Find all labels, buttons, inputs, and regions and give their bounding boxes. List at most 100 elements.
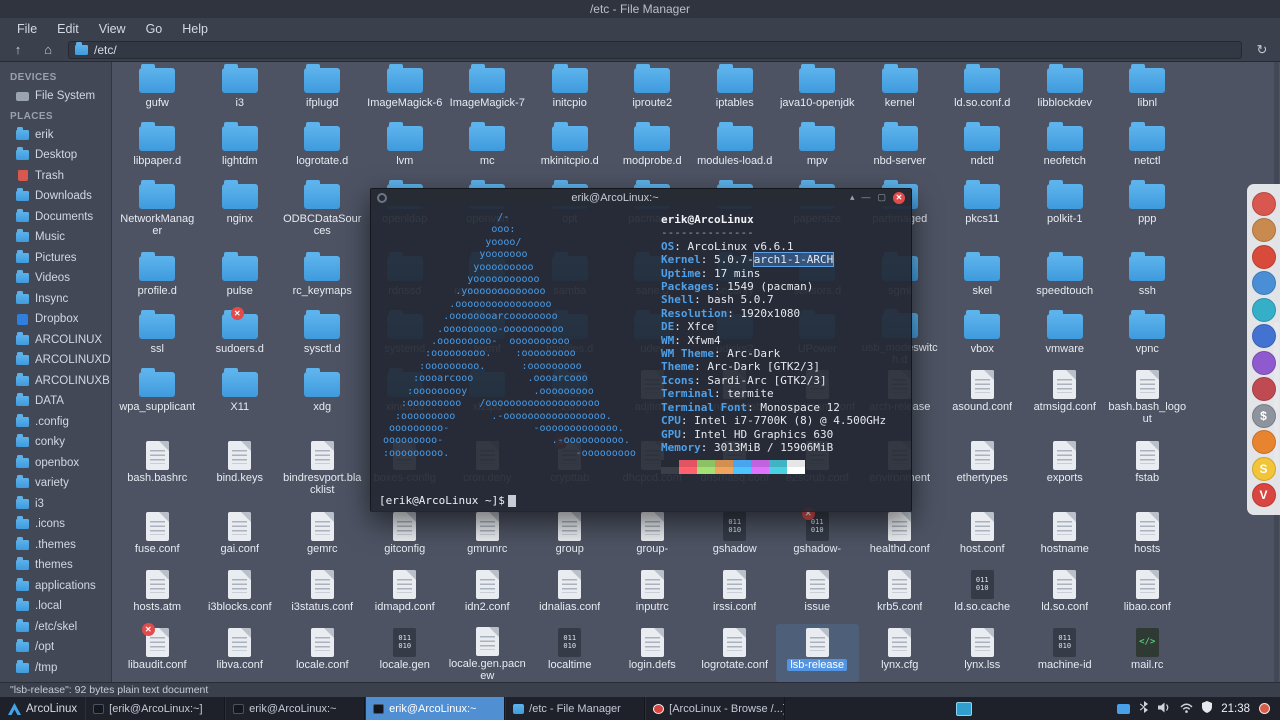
file-item[interactable]: bash.bashrc xyxy=(116,437,199,508)
file-item[interactable]: 011 010 localtime xyxy=(529,624,612,682)
file-item[interactable]: bindresvport.blacklist xyxy=(281,437,364,508)
file-item[interactable]: hosts.atm xyxy=(116,566,199,624)
network-icon[interactable] xyxy=(1180,700,1193,718)
sidebar-item-arcolinuxd[interactable]: ARCOLINUXD xyxy=(0,350,111,371)
menu-view[interactable]: View xyxy=(90,20,135,38)
sidebar-item--icons[interactable]: .icons xyxy=(0,514,111,535)
file-item[interactable]: lsb-release xyxy=(776,624,859,682)
file-item[interactable]: X11 xyxy=(199,366,282,437)
file-item[interactable]: lynx.lss xyxy=(941,624,1024,682)
sidebar-item-erik[interactable]: erik xyxy=(0,125,111,146)
file-item[interactable]: fuse.conf xyxy=(116,508,199,566)
volume-icon[interactable] xyxy=(1158,700,1171,718)
file-item[interactable]: skel xyxy=(941,250,1024,308)
sidebar-item-file-system[interactable]: File System xyxy=(0,86,111,107)
taskbar-window-button[interactable]: /etc - File Manager xyxy=(505,697,646,720)
file-item[interactable]: lvm xyxy=(364,120,447,178)
file-item[interactable]: vbox xyxy=(941,308,1024,366)
file-item[interactable]: nginx xyxy=(199,178,282,250)
dock-app-12-icon[interactable]: V xyxy=(1251,483,1276,507)
terminal-window[interactable]: erik@ArcoLinux:~ ▴ — ▢ ✕ /- ooo: yoooo/ … xyxy=(370,188,912,512)
file-item[interactable]: lightdm xyxy=(199,120,282,178)
sidebar-item--tmp[interactable]: /tmp xyxy=(0,658,111,679)
file-item[interactable]: i3 xyxy=(199,62,282,120)
file-item[interactable]: libblockdev xyxy=(1024,62,1107,120)
file-item[interactable]: i3status.conf xyxy=(281,566,364,624)
file-item[interactable]: logrotate.conf xyxy=(694,624,777,682)
file-item[interactable]: 011 010 gshadow xyxy=(694,508,777,566)
file-item[interactable]: login.defs xyxy=(611,624,694,682)
file-item[interactable]: gufw xyxy=(116,62,199,120)
sidebar-item--etc-skel[interactable]: /etc/skel xyxy=(0,617,111,638)
sidebar-item-desktop[interactable]: Desktop xyxy=(0,145,111,166)
file-item[interactable]: iptables xyxy=(694,62,777,120)
file-item[interactable]: ld.so.conf xyxy=(1024,566,1107,624)
taskbar-window-button[interactable]: [ArcoLinux - Browse /...] xyxy=(645,697,786,720)
up-icon[interactable]: ↑ xyxy=(8,41,28,59)
file-item[interactable]: gitconfig xyxy=(364,508,447,566)
file-item[interactable]: gai.conf xyxy=(199,508,282,566)
workspace-indicator-icon[interactable] xyxy=(956,702,972,716)
file-item[interactable]: pulse xyxy=(199,250,282,308)
file-item[interactable]: i3blocks.conf xyxy=(199,566,282,624)
file-item[interactable]: 011 010 ✕ gshadow- xyxy=(776,507,859,566)
file-item[interactable]: 011 010 locale.gen xyxy=(364,624,447,682)
taskbar-window-button[interactable]: erik@ArcoLinux:~ xyxy=(365,697,506,720)
file-item[interactable]: krb5.conf xyxy=(859,566,942,624)
file-item[interactable]: ppp xyxy=(1106,178,1189,250)
terminal-titlebar[interactable]: erik@ArcoLinux:~ ▴ — ▢ ✕ xyxy=(371,189,911,206)
file-item[interactable]: ImageMagick-7 xyxy=(446,62,529,120)
file-item[interactable]: libva.conf xyxy=(199,624,282,682)
dock-app-7-icon[interactable] xyxy=(1251,350,1276,375)
file-item[interactable]: kernel xyxy=(859,62,942,120)
shield-icon[interactable] xyxy=(1202,700,1213,718)
sidebar-item--config[interactable]: .config xyxy=(0,412,111,433)
file-item[interactable]: locale.gen.pacnew xyxy=(446,624,529,682)
file-item[interactable]: idnalias.conf xyxy=(529,566,612,624)
maximize-icon[interactable]: ▢ xyxy=(877,189,886,206)
file-item[interactable]: libnl xyxy=(1106,62,1189,120)
file-item[interactable]: wpa_supplicant xyxy=(116,366,199,437)
file-item[interactable]: ODBCDataSources xyxy=(281,178,364,250)
file-item[interactable]: 011 010 machine-id xyxy=(1024,624,1107,682)
file-item[interactable]: exports xyxy=(1024,437,1107,508)
dock-app-11-icon[interactable]: S xyxy=(1251,456,1276,481)
file-item[interactable]: ImageMagick-6 xyxy=(364,62,447,120)
menu-file[interactable]: File xyxy=(8,20,46,38)
dock-app-5-icon[interactable] xyxy=(1251,297,1276,322)
home-icon[interactable]: ⌂ xyxy=(38,41,58,59)
file-item[interactable]: ndctl xyxy=(941,120,1024,178)
file-item[interactable]: host.conf xyxy=(941,508,1024,566)
file-item[interactable]: ld.so.conf.d xyxy=(941,62,1024,120)
menu-edit[interactable]: Edit xyxy=(48,20,88,38)
sidebar-item-applications[interactable]: applications xyxy=(0,576,111,597)
display-icon[interactable] xyxy=(1117,703,1131,714)
sidebar-item--opt[interactable]: /opt xyxy=(0,637,111,658)
sidebar-item-videos[interactable]: Videos xyxy=(0,268,111,289)
file-item[interactable]: neofetch xyxy=(1024,120,1107,178)
sidebar-item-music[interactable]: Music xyxy=(0,227,111,248)
sidebar-item-arcolinuxb[interactable]: ARCOLINUXB xyxy=(0,371,111,392)
file-item[interactable]: ✕ libaudit.conf xyxy=(116,623,199,682)
sidebar-item-insync[interactable]: Insync xyxy=(0,289,111,310)
file-item[interactable]: gemrc xyxy=(281,508,364,566)
file-item[interactable]: polkit-1 xyxy=(1024,178,1107,250)
sidebar-item-data[interactable]: DATA xyxy=(0,391,111,412)
sidebar-item-openbox[interactable]: openbox xyxy=(0,453,111,474)
file-item[interactable]: modprobe.d xyxy=(611,120,694,178)
taskbar-window-button[interactable]: [erik@ArcoLinux:~] xyxy=(85,697,226,720)
file-item[interactable]: lynx.cfg xyxy=(859,624,942,682)
applications-menu-button[interactable]: ArcoLinux xyxy=(0,697,85,720)
notification-icon[interactable] xyxy=(1259,703,1270,714)
sidebar-item-trash[interactable]: Trash xyxy=(0,166,111,187)
dock-app-9-icon[interactable]: $ xyxy=(1251,403,1276,428)
dock-app-2-icon[interactable] xyxy=(1251,218,1276,242)
file-item[interactable]: irssi.conf xyxy=(694,566,777,624)
file-item[interactable]: libpaper.d xyxy=(116,120,199,178)
file-item[interactable]: bash.bash_logout xyxy=(1106,366,1189,437)
sidebar-item--local[interactable]: .local xyxy=(0,596,111,617)
dock-app-6-icon[interactable] xyxy=(1251,324,1276,348)
reload-icon[interactable]: ↻ xyxy=(1252,41,1272,59)
file-item[interactable]: 011 010 ld.so.cache xyxy=(941,566,1024,624)
menu-go[interactable]: Go xyxy=(137,20,172,38)
